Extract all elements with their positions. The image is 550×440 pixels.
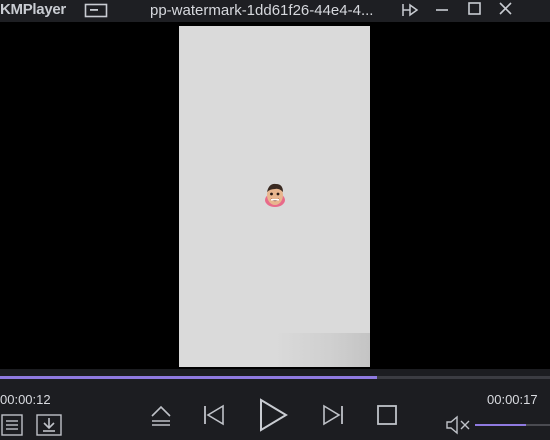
app-name: KMPlayer bbox=[0, 1, 66, 18]
mute-icon[interactable] bbox=[445, 415, 471, 435]
volume-level bbox=[475, 424, 526, 426]
stop-icon[interactable] bbox=[376, 404, 398, 426]
maximize-icon[interactable] bbox=[467, 0, 483, 22]
cartoon-face-sticker bbox=[263, 181, 287, 214]
previous-icon[interactable] bbox=[202, 403, 226, 427]
seek-bar[interactable] bbox=[0, 376, 550, 379]
mini-mode-icon[interactable] bbox=[84, 0, 108, 22]
next-icon[interactable] bbox=[321, 403, 345, 427]
minimize-icon[interactable] bbox=[434, 0, 450, 22]
close-icon[interactable] bbox=[497, 0, 515, 22]
title-bar[interactable]: KMPlayer pp-watermark-1dd61f26-44e4-4... bbox=[0, 0, 550, 22]
play-icon[interactable] bbox=[258, 398, 288, 432]
current-time: 00:00:12 bbox=[0, 392, 51, 407]
eject-icon[interactable] bbox=[149, 404, 173, 428]
total-time: 00:00:17 bbox=[487, 392, 538, 407]
playlist-icon[interactable] bbox=[1, 414, 23, 436]
pin-icon[interactable] bbox=[400, 0, 420, 22]
video-frame bbox=[179, 26, 370, 367]
volume-slider[interactable] bbox=[475, 424, 550, 426]
file-title: pp-watermark-1dd61f26-44e4-4... bbox=[150, 2, 374, 19]
download-icon[interactable] bbox=[36, 414, 62, 436]
video-viewport[interactable] bbox=[0, 22, 550, 369]
watermark-blur-region bbox=[275, 333, 370, 367]
seek-bar-progress bbox=[0, 376, 378, 379]
